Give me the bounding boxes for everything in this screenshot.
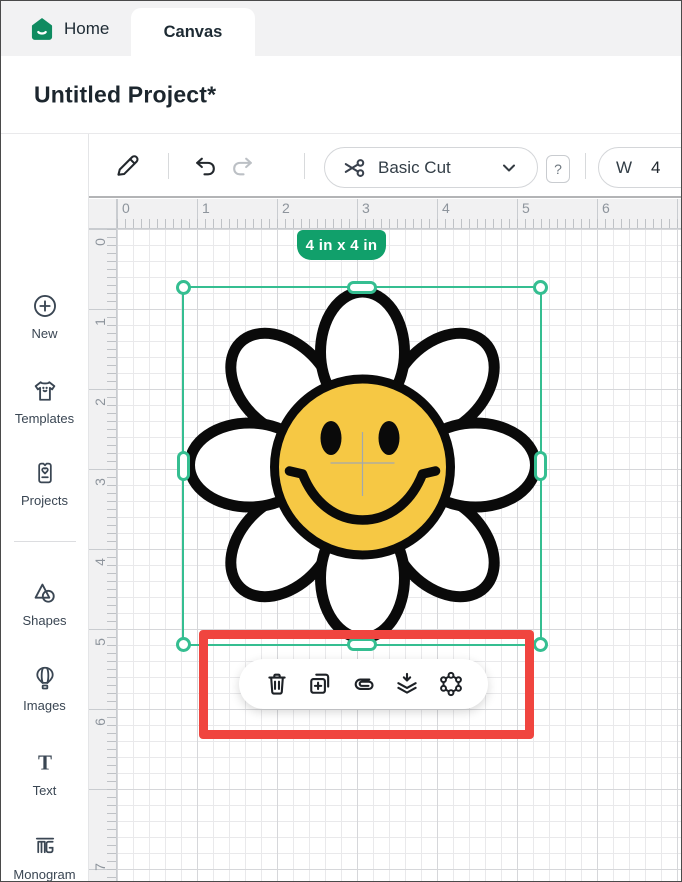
left-sidebar: New Templates Projects Shapes (1, 134, 89, 882)
selection-handle-bottom-left[interactable] (176, 637, 191, 652)
v-ruler-number: 6 (92, 714, 108, 730)
toolbar-divider (168, 153, 169, 179)
pencil-icon (113, 151, 142, 180)
help-button[interactable]: ? (546, 155, 570, 183)
selection-handle-top-right[interactable] (533, 280, 548, 295)
letter-t-icon: T (31, 749, 59, 777)
redo-arrow-icon (230, 154, 255, 179)
sidebar-item-label: Projects (1, 493, 88, 508)
edit-button[interactable] (113, 151, 142, 183)
tab-canvas-label: Canvas (164, 23, 223, 42)
undo-button[interactable] (193, 154, 218, 182)
hot-air-balloon-icon (31, 664, 59, 692)
project-tag-heart-icon (31, 459, 59, 487)
tab-canvas[interactable]: Canvas (131, 8, 255, 56)
v-ruler-number: 5 (92, 634, 108, 650)
width-value: 4 (651, 158, 660, 178)
sidebar-item-templates[interactable]: Templates (1, 377, 88, 426)
chevron-down-icon (501, 160, 517, 176)
tab-home-label: Home (64, 19, 109, 39)
h-ruler-number: 5 (522, 200, 530, 216)
v-ruler-number: 2 (92, 394, 108, 410)
scissors-icon (342, 155, 368, 181)
toolbar-divider (304, 153, 305, 179)
undo-arrow-icon (193, 154, 218, 179)
cricut-home-icon (29, 16, 55, 42)
project-header: Untitled Project* (1, 56, 682, 134)
sidebar-item-images[interactable]: Images (1, 664, 88, 713)
sidebar-item-shapes[interactable]: Shapes (1, 579, 88, 628)
monogram-mg-icon (31, 833, 59, 861)
h-ruler-number: 6 (602, 200, 610, 216)
sidebar-item-label: Text (1, 783, 88, 798)
h-ruler-number: 4 (442, 200, 450, 216)
h-ruler-number: 3 (362, 200, 370, 216)
selection-bounding-box (182, 286, 542, 646)
project-title: Untitled Project* (34, 81, 216, 108)
sidebar-item-label: Shapes (1, 613, 88, 628)
sidebar-item-label: Images (1, 698, 88, 713)
sidebar-item-text[interactable]: T Text (1, 749, 88, 798)
redo-button[interactable] (230, 154, 255, 182)
sidebar-item-label: New (1, 326, 88, 341)
sidebar-divider (14, 541, 76, 542)
size-badge: 4 in x 4 in (297, 230, 386, 260)
plus-circle-icon (31, 292, 59, 320)
operation-type-value: Basic Cut (378, 158, 451, 178)
tab-home[interactable]: Home (1, 1, 131, 56)
v-ruler-number: 4 (92, 554, 108, 570)
ruler-ticks (107, 229, 116, 882)
toolbar-divider (585, 153, 586, 179)
h-ruler-number: 2 (282, 200, 290, 216)
h-ruler-number: 0 (122, 200, 130, 216)
operation-type-dropdown[interactable]: Basic Cut (324, 147, 538, 188)
tshirt-icon (31, 377, 59, 405)
sidebar-item-projects[interactable]: Projects (1, 459, 88, 508)
width-label: W (616, 158, 632, 178)
ruler-ticks (117, 219, 682, 228)
sidebar-item-label: Monogram (1, 867, 88, 882)
ruler-corner (89, 199, 117, 229)
annotation-highlight-rectangle (199, 630, 534, 739)
v-ruler-number: 0 (92, 234, 108, 250)
width-field[interactable]: W 4 (598, 147, 682, 188)
selection-handle-top-center[interactable] (347, 281, 377, 294)
v-ruler-number: 1 (92, 314, 108, 330)
selection-handle-bottom-right[interactable] (533, 637, 548, 652)
cricut-design-space-window: Home Canvas Untitled Project* New Templa… (0, 0, 682, 882)
triangle-circle-icon (31, 579, 59, 607)
canvas-toolbar: Basic Cut ? W 4 (89, 134, 682, 198)
sidebar-item-label: Templates (1, 411, 88, 426)
h-ruler-number: 1 (202, 200, 210, 216)
selection-handle-middle-right[interactable] (534, 451, 547, 481)
selection-handle-middle-left[interactable] (177, 451, 190, 481)
v-ruler-number: 7 (92, 859, 108, 875)
sidebar-item-monogram[interactable]: Monogram (1, 833, 88, 882)
selection-handle-top-left[interactable] (176, 280, 191, 295)
tab-bar: Home Canvas (1, 1, 682, 56)
v-ruler-number: 3 (92, 474, 108, 490)
svg-text:T: T (37, 750, 51, 774)
sidebar-item-new[interactable]: New (1, 292, 88, 341)
